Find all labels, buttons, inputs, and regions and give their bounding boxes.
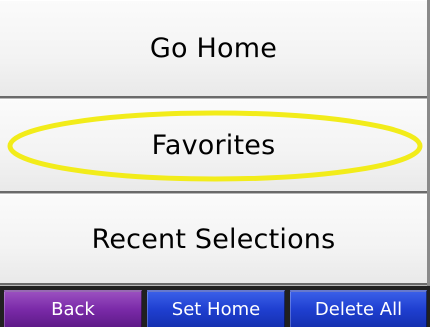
go-home-button[interactable]: Go Home — [0, 0, 427, 98]
go-home-screen: Go Home Favorites Recent Selections Back… — [0, 0, 430, 327]
back-label: Back — [51, 299, 95, 320]
back-button[interactable]: Back — [4, 290, 142, 327]
go-home-label: Go Home — [149, 33, 278, 64]
favorites-button[interactable]: Favorites — [0, 99, 427, 193]
favorites-label: Favorites — [151, 130, 276, 161]
delete-all-label: Delete All — [314, 299, 403, 320]
set-home-label: Set Home — [171, 299, 261, 320]
set-home-button[interactable]: Set Home — [147, 290, 285, 327]
recent-selections-button[interactable]: Recent Selections — [0, 194, 427, 285]
recent-selections-label: Recent Selections — [91, 223, 336, 255]
delete-all-button[interactable]: Delete All — [290, 290, 427, 327]
